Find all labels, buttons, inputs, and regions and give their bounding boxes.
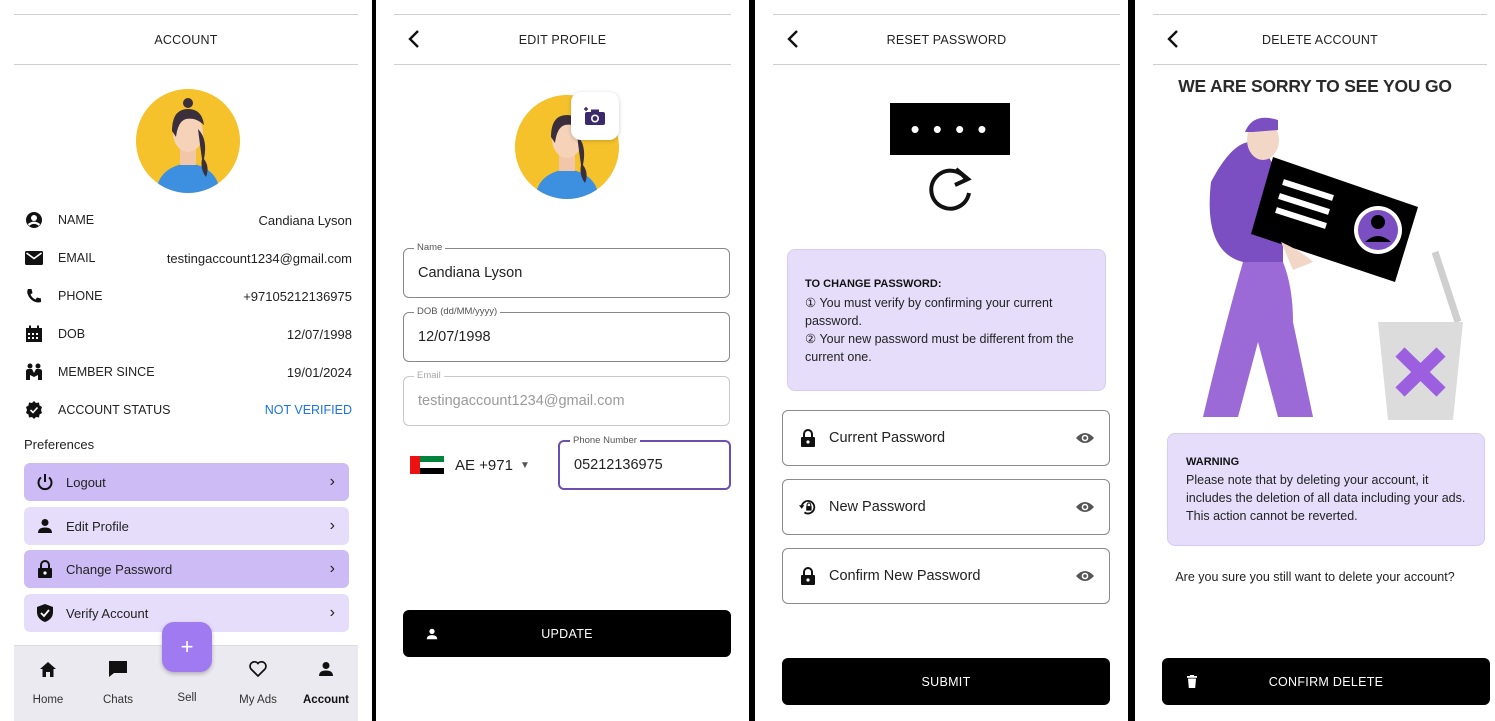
uae-flag-icon bbox=[410, 456, 444, 474]
refresh-icon bbox=[929, 167, 972, 211]
chevron-right-icon: › bbox=[329, 517, 335, 534]
confirm-password-field[interactable]: Confirm New Password bbox=[782, 548, 1110, 604]
back-arrow-icon[interactable] bbox=[1163, 28, 1185, 50]
mail-icon bbox=[24, 248, 44, 268]
page-title: RESET PASSWORD bbox=[886, 32, 1007, 47]
password-dots-graphic: • • • • bbox=[890, 103, 1010, 155]
account-header: ACCOUNT bbox=[14, 15, 358, 65]
handshake-icon bbox=[24, 362, 44, 382]
delete-account-header: DELETE ACCOUNT bbox=[1153, 15, 1487, 65]
preferences-title: Preferences bbox=[24, 437, 95, 452]
headline: WE ARE SORRY TO SEE YOU GO bbox=[1178, 76, 1452, 96]
page-title: ACCOUNT bbox=[154, 32, 218, 47]
chevron-right-icon: › bbox=[329, 560, 335, 577]
info-row-dob: DOB 12/07/1998 bbox=[24, 320, 352, 348]
back-arrow-icon[interactable] bbox=[783, 28, 805, 50]
nav-home[interactable]: Home bbox=[18, 658, 78, 706]
account-screen: ACCOUNT NAME Candiana Lyson EMAIL testin… bbox=[0, 0, 372, 721]
lock-icon bbox=[799, 429, 817, 447]
heart-icon bbox=[228, 658, 288, 680]
person-icon bbox=[36, 517, 54, 535]
reset-password-screen: RESET PASSWORD • • • • TO CHANGE PASSWOR… bbox=[755, 0, 1128, 721]
logout-button[interactable]: Logout › bbox=[24, 463, 349, 501]
plus-icon: + bbox=[180, 634, 194, 659]
country-code-select[interactable]: AE +971 ▼ bbox=[410, 452, 530, 478]
eye-icon[interactable] bbox=[1075, 569, 1095, 583]
lock-icon bbox=[36, 560, 54, 578]
delete-account-screen: DELETE ACCOUNT WE ARE SORRY TO SEE YOU G… bbox=[1135, 0, 1495, 721]
lock-icon bbox=[799, 567, 817, 585]
phone-number-field[interactable]: Phone Number 05212136975 bbox=[558, 435, 731, 490]
shield-check-icon bbox=[36, 604, 54, 622]
dropdown-arrow-icon: ▼ bbox=[519, 459, 530, 471]
avatar bbox=[136, 89, 240, 193]
info-row-email: EMAIL testingaccount1234@gmail.com bbox=[24, 244, 352, 272]
eye-icon[interactable] bbox=[1075, 500, 1095, 514]
info-row-name: NAME Candiana Lyson bbox=[24, 206, 352, 234]
confirm-question: Are you sure you still want to delete yo… bbox=[1175, 570, 1455, 584]
power-icon bbox=[36, 473, 54, 491]
warning-box: WARNING Please note that by deleting you… bbox=[1167, 433, 1485, 546]
edit-profile-button[interactable]: Edit Profile › bbox=[24, 507, 349, 545]
confirm-delete-button[interactable]: CONFIRM DELETE bbox=[1162, 658, 1490, 705]
page-title: EDIT PROFILE bbox=[518, 32, 607, 47]
chevron-right-icon: › bbox=[329, 473, 335, 490]
calendar-icon bbox=[24, 324, 44, 344]
eye-icon[interactable] bbox=[1075, 431, 1095, 445]
nav-my-ads[interactable]: My Ads bbox=[228, 658, 288, 706]
info-row-account-status: ACCOUNT STATUS NOT VERIFIED bbox=[24, 396, 352, 424]
person-icon bbox=[426, 628, 438, 639]
change-photo-button[interactable] bbox=[571, 92, 619, 140]
chevron-right-icon: › bbox=[329, 604, 335, 621]
sell-fab-button[interactable]: + bbox=[162, 622, 212, 672]
delete-illustration bbox=[1203, 117, 1463, 420]
current-password-field[interactable]: Current Password bbox=[782, 410, 1110, 466]
email-field: Email testingaccount1234@gmail.com bbox=[403, 370, 730, 426]
password-rules-box: TO CHANGE PASSWORD: ① You must verify by… bbox=[787, 249, 1106, 391]
reset-password-header: RESET PASSWORD bbox=[773, 15, 1120, 65]
change-password-button[interactable]: Change Password › bbox=[24, 550, 349, 588]
person-icon bbox=[296, 658, 356, 680]
status-badge: NOT VERIFIED bbox=[264, 403, 352, 417]
info-row-member-since: MEMBER SINCE 19/01/2024 bbox=[24, 358, 352, 386]
new-password-field[interactable]: New Password bbox=[782, 479, 1110, 535]
edit-profile-screen: EDIT PROFILE Name Candiana Lyson DOB (dd… bbox=[376, 0, 749, 721]
trash-icon bbox=[1187, 675, 1197, 688]
lock-reset-icon bbox=[799, 498, 817, 516]
page-title: DELETE ACCOUNT bbox=[1261, 32, 1378, 47]
shield-badge-icon bbox=[24, 400, 44, 420]
phone-icon bbox=[24, 286, 44, 306]
update-button[interactable]: UPDATE bbox=[403, 610, 731, 657]
edit-profile-header: EDIT PROFILE bbox=[394, 15, 731, 65]
submit-button[interactable]: SUBMIT bbox=[782, 658, 1110, 705]
nav-chats[interactable]: Chats bbox=[88, 658, 148, 706]
back-arrow-icon[interactable] bbox=[404, 28, 426, 50]
add-camera-icon bbox=[584, 107, 605, 125]
home-icon bbox=[18, 658, 78, 680]
nav-sell-label[interactable]: Sell bbox=[162, 692, 212, 704]
nav-account[interactable]: Account bbox=[296, 658, 356, 706]
chat-icon bbox=[88, 658, 148, 680]
name-field[interactable]: Name Candiana Lyson bbox=[403, 242, 730, 298]
person-circle-icon bbox=[24, 210, 44, 230]
dob-field[interactable]: DOB (dd/MM/yyyy) 12/07/1998 bbox=[403, 306, 730, 362]
info-row-phone: PHONE +97105212136975 bbox=[24, 282, 352, 310]
